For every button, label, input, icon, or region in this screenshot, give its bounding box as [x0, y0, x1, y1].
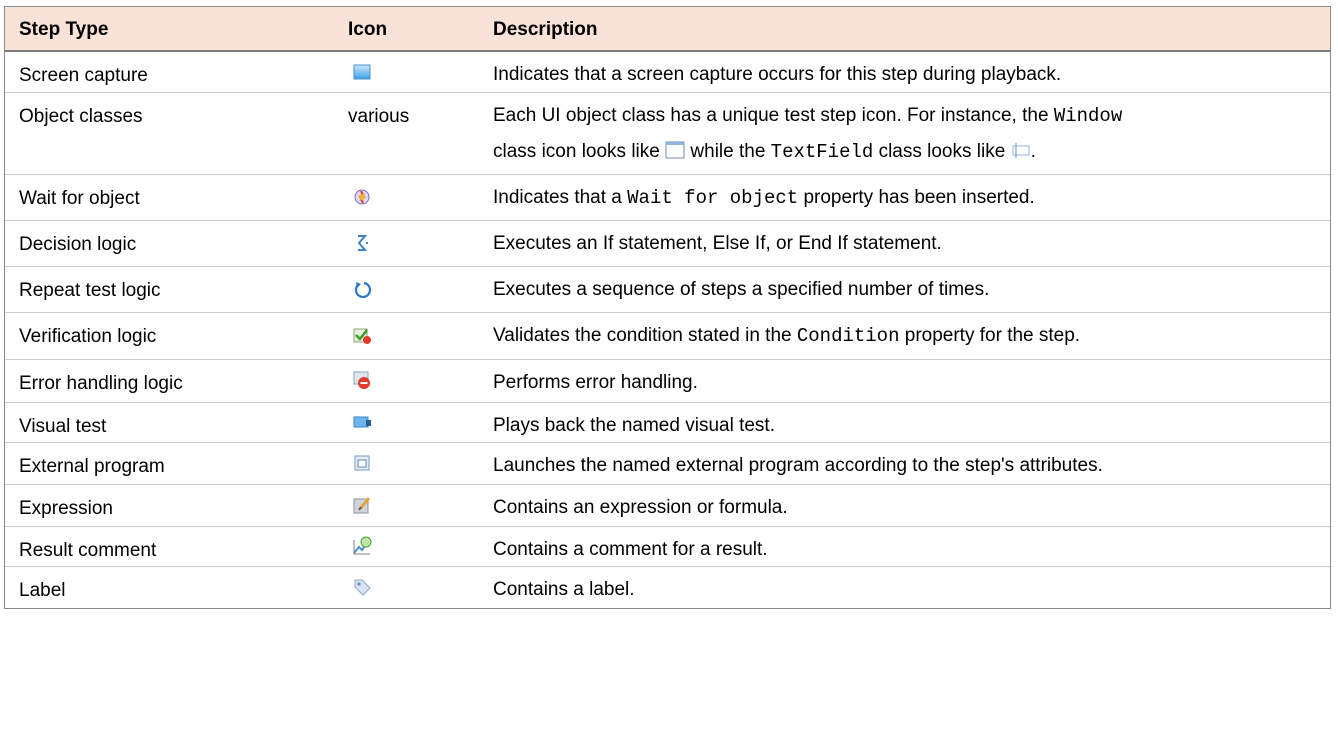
screen-capture-icon [353, 64, 371, 80]
header-step-type: Step Type [19, 19, 109, 40]
repeat-icon [354, 281, 371, 298]
step-types-table: Step Type Icon Description Screen captur… [4, 6, 1331, 609]
decision-logic-icon [357, 235, 368, 251]
table-row: Expression Contains an expression or for… [5, 485, 1330, 527]
wait-for-object-icon [354, 189, 370, 205]
table-row: Verification logic Validates the conditi… [5, 313, 1330, 360]
table-row: Error handling logic Performs error hand… [5, 360, 1330, 403]
code-wait-for-object: Wait for object [627, 187, 799, 209]
table-header: Step Type Icon Description [5, 7, 1330, 52]
result-comment-icon [353, 536, 372, 555]
description-cell: Contains a comment for a result. [493, 539, 768, 560]
step-type-cell: Expression [19, 498, 113, 519]
description-cell: Plays back the named visual test. [493, 415, 775, 436]
icon-text-cell: various [348, 106, 410, 127]
error-handling-icon [353, 371, 370, 389]
external-program-icon [354, 455, 370, 471]
description-cell: Performs error handling. [493, 372, 698, 393]
description-cell: Indicates that a screen capture occurs f… [493, 64, 1062, 85]
step-type-cell: Visual test [19, 416, 107, 437]
window-class-icon [665, 141, 685, 159]
table-row: Screen capture Indicates that a screen c… [5, 52, 1330, 93]
visual-test-icon [353, 416, 371, 428]
description-cell: Executes an If statement, Else If, or En… [493, 233, 942, 254]
textfield-class-icon [1012, 143, 1030, 158]
description-cell: Validates the condition stated in the Co… [493, 325, 1081, 347]
code-textfield: TextField [770, 141, 874, 163]
step-type-cell: Object classes [19, 106, 143, 127]
description-cell: Contains an expression or formula. [493, 497, 788, 518]
step-type-cell: Wait for object [19, 188, 140, 209]
step-type-cell: Error handling logic [19, 373, 183, 394]
step-type-cell: Verification logic [19, 326, 157, 347]
description-cell: Indicates that a Wait for object propert… [493, 187, 1035, 209]
code-window: Window [1053, 105, 1123, 127]
description-cell: Each UI object class has a unique test s… [493, 105, 1123, 163]
step-type-cell: Decision logic [19, 234, 137, 255]
table-row: Wait for object Indicates that a Wait fo… [5, 175, 1330, 221]
header-icon: Icon [348, 19, 388, 40]
description-cell: Contains a label. [493, 579, 635, 600]
header-description: Description [493, 19, 598, 40]
description-cell: Executes a sequence of steps a specified… [493, 279, 990, 300]
table-row: Decision logic Executes an If statement,… [5, 221, 1330, 267]
step-type-cell: Result comment [19, 540, 157, 561]
table-row: Label Contains a label. [5, 567, 1330, 609]
code-condition: Condition [796, 325, 900, 347]
verification-icon [353, 328, 371, 344]
step-type-cell: External program [19, 456, 165, 477]
step-type-cell: Screen capture [19, 65, 148, 86]
table-row: Object classes various Each UI object cl… [5, 93, 1330, 175]
step-type-cell: Label [19, 580, 66, 601]
description-cell: Launches the named external program acco… [493, 455, 1103, 476]
table-row: Visual test Plays back the named visual … [5, 403, 1330, 443]
expression-icon [353, 497, 371, 514]
step-type-cell: Repeat test logic [19, 280, 161, 301]
label-icon [354, 579, 371, 596]
table-row: Repeat test logic Executes a sequence of… [5, 267, 1330, 313]
table-row: External program Launches the named exte… [5, 443, 1330, 485]
table-row: Result comment Contains a comment for a … [5, 527, 1330, 567]
